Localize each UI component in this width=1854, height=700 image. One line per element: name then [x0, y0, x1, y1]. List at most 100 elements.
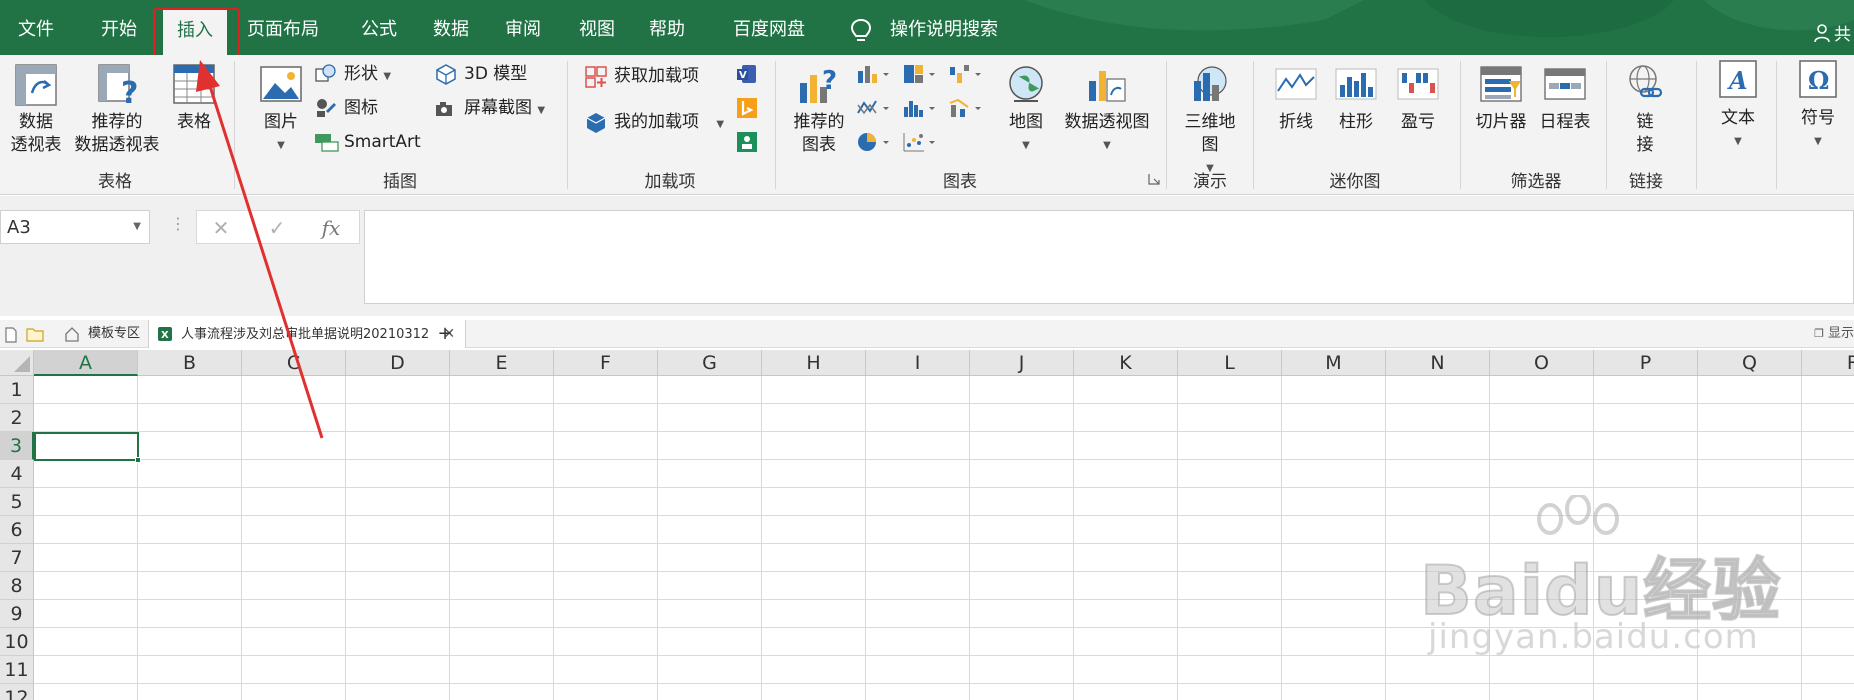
cube-icon — [436, 64, 456, 85]
column-header[interactable]: R — [1802, 350, 1854, 376]
symbols-button[interactable]: Ω 符号 ▼ — [1786, 59, 1850, 153]
column-header[interactable]: Q — [1698, 350, 1802, 376]
tab-7[interactable]: 视图 — [570, 0, 624, 55]
insert-function-button[interactable]: fx — [311, 213, 351, 243]
row-header[interactable]: 5 — [0, 488, 34, 516]
recommended-charts-button[interactable]: ? 推荐的 图表 — [788, 63, 850, 157]
column-header[interactable]: O — [1490, 350, 1594, 376]
name-box[interactable]: A3 ▼ — [0, 210, 150, 244]
get-addins-button[interactable]: 获取加载项 — [584, 63, 724, 89]
tell-me-search[interactable]: 操作说明搜索 — [850, 0, 998, 55]
link-button[interactable]: 链 接 — [1622, 63, 1668, 157]
column-header[interactable]: B — [138, 350, 242, 376]
combo-chart-icon[interactable] — [948, 97, 984, 119]
smartart-button[interactable]: SmartArt — [314, 129, 434, 155]
table-button[interactable]: 表格 — [168, 63, 220, 134]
dialog-launcher-icon[interactable] — [1148, 173, 1160, 185]
column-header[interactable]: N — [1386, 350, 1490, 376]
row-header[interactable]: 4 — [0, 460, 34, 488]
smartart-label: SmartArt — [344, 132, 421, 152]
row-header[interactable]: 3 — [0, 432, 34, 460]
icons-button[interactable]: 图标 — [314, 95, 424, 121]
ribbon: 数据 透视表 ? 推荐的 数据透视表 表格 表格 图片 ▼ 形状 ▼ 图标 Sm… — [0, 55, 1854, 195]
bing-icon[interactable] — [736, 97, 758, 119]
column-header[interactable]: E — [450, 350, 554, 376]
column-header[interactable]: D — [346, 350, 450, 376]
people-graph-icon[interactable] — [736, 131, 758, 153]
person-icon — [1814, 24, 1830, 43]
cancel-icon[interactable]: ✕ — [201, 213, 241, 243]
select-all-button[interactable] — [0, 350, 34, 376]
tab-1[interactable]: 开始 — [92, 0, 146, 55]
3d-map-label: 三维地 图 — [1184, 112, 1236, 155]
row-header[interactable]: 10 — [0, 628, 34, 656]
spreadsheet-grid[interactable]: A B C D E F G H I J K L M N O P Q R 1 2 3 4 5 6 7 8 9 10 11 12 — [0, 350, 1854, 700]
tab-2[interactable]: 插入 — [163, 10, 227, 58]
pictures-button[interactable]: 图片 ▼ — [252, 63, 310, 157]
more-options-icon[interactable]: ⋮ — [170, 214, 186, 233]
column-header[interactable]: P — [1594, 350, 1698, 376]
recommended-pivot-button[interactable]: ? 推荐的 数据透视表 — [68, 63, 166, 157]
tab-4[interactable]: 公式 — [352, 0, 406, 55]
add-tab-icon[interactable]: + — [432, 320, 458, 348]
formula-input[interactable] — [364, 210, 1854, 304]
my-addins-button[interactable]: 我的加载项 ▼ — [584, 109, 734, 135]
column-header[interactable]: A — [34, 350, 138, 376]
column-header[interactable]: K — [1074, 350, 1178, 376]
template-tab[interactable]: 模板专区 — [56, 320, 150, 348]
timeline-button[interactable]: 日程表 — [1534, 63, 1596, 134]
row-header[interactable]: 7 — [0, 544, 34, 572]
column-header[interactable]: I — [866, 350, 970, 376]
column-header[interactable]: H — [762, 350, 866, 376]
new-file-icon[interactable] — [4, 327, 18, 343]
column-header[interactable]: C — [242, 350, 346, 376]
slicer-button[interactable]: 切片器 — [1470, 63, 1532, 134]
pie-chart-icon[interactable] — [856, 131, 892, 153]
tab-3[interactable]: 页面布局 — [240, 0, 326, 55]
sparkline-column-button[interactable]: 柱形 — [1330, 63, 1382, 134]
waterfall-chart-icon[interactable] — [948, 63, 984, 85]
shapes-button[interactable]: 形状 ▼ — [314, 61, 424, 87]
column-header[interactable]: G — [658, 350, 762, 376]
share-button[interactable]: 共 — [1814, 20, 1854, 50]
line-chart-icon[interactable] — [856, 97, 892, 119]
tab-9[interactable]: 百度网盘 — [716, 0, 822, 55]
3d-map-button[interactable]: 三维地 图 ▼ — [1176, 63, 1244, 180]
statistic-chart-icon[interactable] — [902, 97, 938, 119]
scatter-chart-icon[interactable] — [902, 131, 938, 153]
row-header[interactable]: 8 — [0, 572, 34, 600]
row-header[interactable]: 11 — [0, 656, 34, 684]
tab-8[interactable]: 帮助 — [640, 0, 694, 55]
row-header[interactable]: 12 — [0, 684, 34, 700]
screenshot-button[interactable]: 屏幕截图 ▼ — [434, 95, 564, 121]
visio-icon[interactable]: V — [736, 63, 758, 85]
column-header[interactable]: J — [970, 350, 1074, 376]
text-button[interactable]: A 文本 ▼ — [1706, 59, 1770, 153]
selected-cell[interactable] — [34, 432, 141, 463]
sparkline-winloss-label: 盈亏 — [1401, 112, 1435, 132]
check-icon[interactable]: ✓ — [257, 213, 297, 243]
hierarchy-chart-icon[interactable] — [902, 63, 938, 85]
pivot-table-button[interactable]: 数据 透视表 — [6, 63, 66, 157]
row-header[interactable]: 6 — [0, 516, 34, 544]
row-header[interactable]: 9 — [0, 600, 34, 628]
row-header[interactable]: 2 — [0, 404, 34, 432]
column-header[interactable]: M — [1282, 350, 1386, 376]
column-chart-icon[interactable] — [856, 63, 892, 85]
chevron-down-icon: ▼ — [383, 71, 392, 82]
tab-0[interactable]: 文件 — [12, 0, 60, 55]
sparkline-winloss-button[interactable]: 盈亏 — [1392, 63, 1444, 134]
row-header[interactable]: 1 — [0, 376, 34, 404]
tab-5[interactable]: 数据 — [424, 0, 478, 55]
folder-icon[interactable] — [26, 327, 44, 342]
column-header[interactable]: F — [554, 350, 658, 376]
column-header[interactable]: L — [1178, 350, 1282, 376]
fill-handle[interactable] — [135, 457, 141, 463]
pivot-chart-button[interactable]: 数据透视图 ▼ — [1058, 63, 1156, 157]
workbook-tab[interactable]: X 人事流程涉及刘总审批单据说明20210312 ✕ — [148, 320, 467, 348]
tab-6[interactable]: 审阅 — [496, 0, 550, 55]
map-chart-button[interactable]: 地图 ▼ — [996, 63, 1056, 157]
show-button[interactable]: ❐ 显示 — [1814, 320, 1854, 348]
sparkline-line-button[interactable]: 折线 — [1270, 63, 1322, 134]
3d-model-button[interactable]: 3D 模型 — [434, 61, 564, 87]
